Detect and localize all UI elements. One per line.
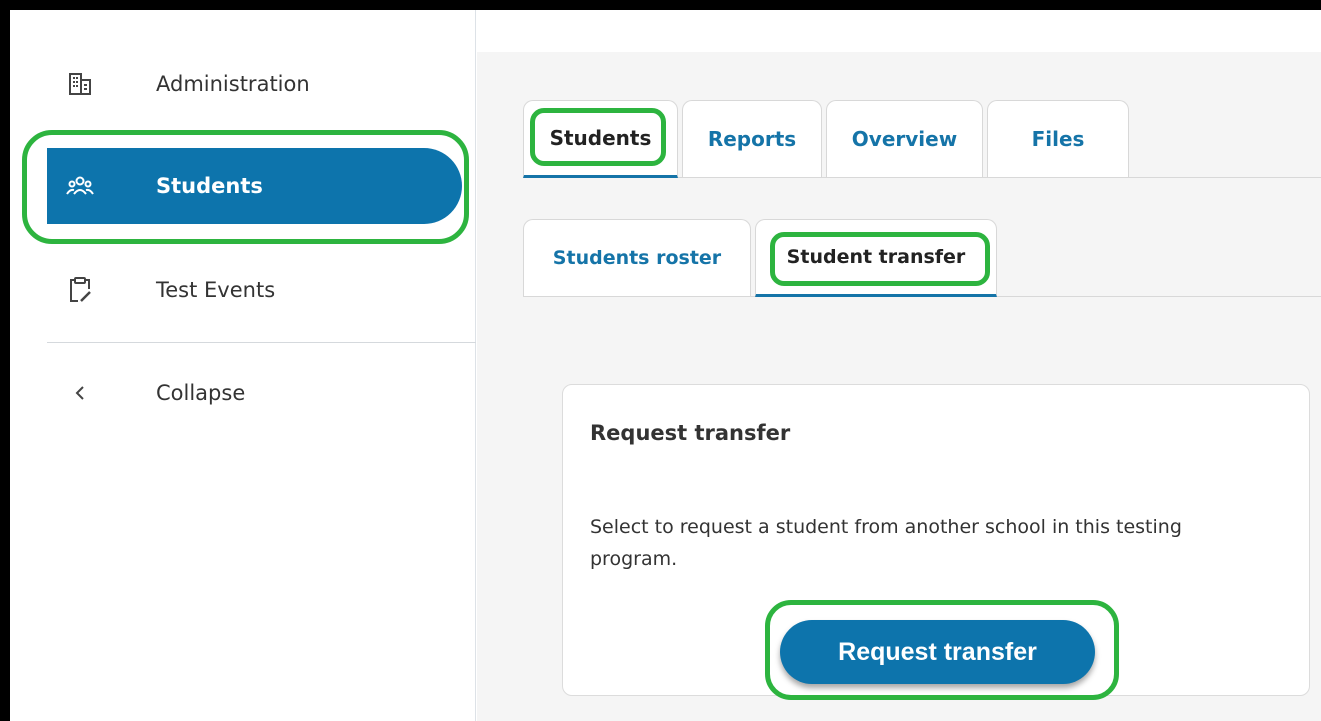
building-icon bbox=[65, 69, 95, 99]
tab-reports[interactable]: Reports bbox=[682, 100, 822, 177]
sidebar-item-students[interactable]: Students bbox=[47, 148, 462, 224]
request-transfer-button[interactable]: Request transfer bbox=[780, 620, 1095, 684]
sidebar-item-label: Test Events bbox=[156, 278, 276, 302]
secondary-tabs: Students roster Student transfer bbox=[523, 219, 1321, 297]
tab-students-roster[interactable]: Students roster bbox=[523, 219, 751, 296]
request-transfer-card: Request transfer Select to request a stu… bbox=[562, 384, 1310, 696]
sidebar-item-test-events[interactable]: Test Events bbox=[47, 252, 462, 328]
card-description: Select to request a student from another… bbox=[590, 516, 1182, 570]
tab-files[interactable]: Files bbox=[987, 100, 1129, 177]
tab-student-transfer[interactable]: Student transfer bbox=[755, 219, 997, 297]
tab-students[interactable]: Students bbox=[523, 100, 678, 178]
sidebar-item-label: Collapse bbox=[156, 381, 246, 405]
primary-tabs: Students Reports Overview Files bbox=[523, 100, 1321, 178]
sidebar-divider bbox=[47, 342, 476, 343]
tab-overview[interactable]: Overview bbox=[826, 100, 983, 177]
sidebar-collapse-button[interactable]: Collapse bbox=[47, 355, 462, 431]
main-content: Students Reports Overview Files Students… bbox=[477, 52, 1321, 721]
chevron-left-icon bbox=[65, 378, 95, 408]
sidebar-item-label: Students bbox=[156, 174, 263, 198]
card-title: Request transfer bbox=[590, 421, 791, 445]
sidebar-item-label: Administration bbox=[156, 72, 310, 96]
sidebar: Administration Students Test Events Coll… bbox=[10, 10, 476, 721]
clipboard-edit-icon bbox=[65, 275, 95, 305]
users-icon bbox=[65, 171, 95, 201]
sidebar-item-administration[interactable]: Administration bbox=[47, 46, 462, 122]
